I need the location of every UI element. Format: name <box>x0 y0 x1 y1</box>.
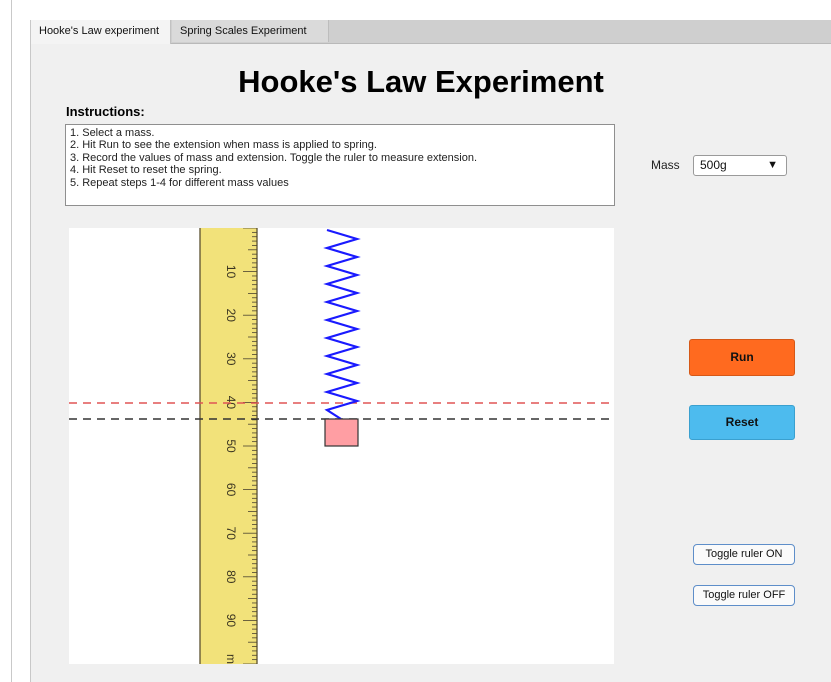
instructions-heading: Instructions: <box>66 104 145 119</box>
page-edge-rule <box>11 0 12 682</box>
toggle-ruler-off-button[interactable]: Toggle ruler OFF <box>693 585 795 606</box>
ruler-label: 10 <box>224 265 238 279</box>
ruler-unit-label: mm <box>224 654 238 664</box>
experiment-svg: 102030405060708090mm <box>69 228 614 664</box>
chevron-down-icon: ▼ <box>767 159 778 171</box>
ruler-label: 30 <box>224 352 238 366</box>
ruler: 102030405060708090mm <box>199 228 258 664</box>
toggle-ruler-on-button[interactable]: Toggle ruler ON <box>693 544 795 565</box>
instruction-line: 4. Hit Reset to reset the spring. <box>70 164 222 177</box>
instruction-line: 3. Record the values of mass and extensi… <box>70 151 478 164</box>
tab-spring-scales[interactable]: Spring Scales Experiment <box>172 20 329 42</box>
reset-button[interactable]: Reset <box>689 405 795 440</box>
mass-label: Mass <box>651 158 680 172</box>
page-title: Hooke's Law Experiment <box>238 64 604 99</box>
ruler-label: 90 <box>224 614 238 628</box>
tab-hookes-law[interactable]: Hooke's Law experiment <box>31 20 171 44</box>
ruler-label: 80 <box>224 570 238 584</box>
ruler-label: 20 <box>224 309 238 323</box>
app-window: Hooke's Law experiment Spring Scales Exp… <box>30 20 831 682</box>
ruler-label: 50 <box>224 439 238 453</box>
tab-bar: Hooke's Law experiment Spring Scales Exp… <box>31 20 831 44</box>
ruler-label: 60 <box>224 483 238 497</box>
run-button[interactable]: Run <box>689 339 795 376</box>
instruction-line: 1. Select a mass. <box>70 127 155 139</box>
spring <box>323 228 361 420</box>
mass-dropdown[interactable]: 500g ▼ <box>693 155 787 176</box>
instructions-box: 1. Select a mass. 2. Hit Run to see the … <box>65 124 615 206</box>
mass-block <box>324 418 359 447</box>
ruler-label: 70 <box>224 527 238 541</box>
mass-selected-value: 500g <box>700 158 727 172</box>
instruction-line: 5. Repeat steps 1-4 for different mass v… <box>70 176 289 189</box>
instruction-line: 2. Hit Run to see the extension when mas… <box>70 139 377 152</box>
experiment-canvas: 10 20 30 40 50 60 70 80 90 mm <box>69 228 614 664</box>
